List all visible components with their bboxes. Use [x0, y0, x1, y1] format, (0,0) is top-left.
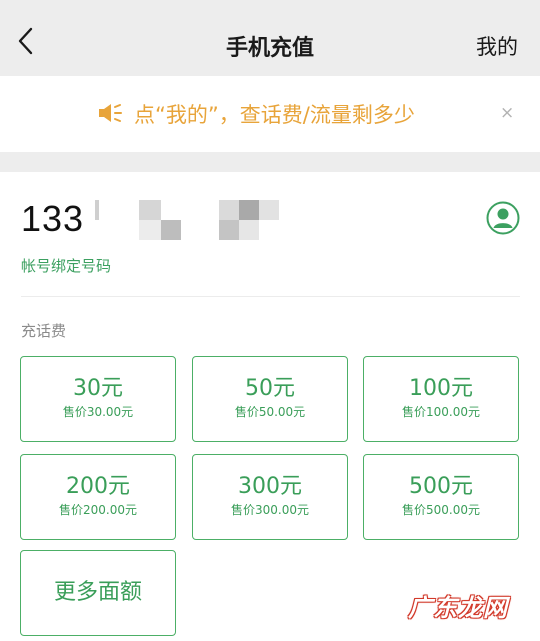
amount-price: 售价30.00元 [62, 405, 134, 419]
amount-option-300[interactable]: 300元 售价300.00元 [192, 454, 348, 540]
contact-icon[interactable] [486, 201, 520, 235]
bind-label[interactable]: 帐号绑定号码 [21, 255, 111, 276]
amount-price: 售价300.00元 [231, 503, 309, 517]
amount-price: 售价500.00元 [402, 503, 480, 517]
mosaic-block [139, 220, 161, 240]
mosaic-block [161, 220, 181, 240]
divider [21, 296, 520, 297]
notice-text: 点“我的”，查话费/流量剩多少 [134, 103, 415, 127]
mosaic-block [239, 220, 259, 240]
amount-price: 售价200.00元 [59, 503, 137, 517]
amount-option-50[interactable]: 50元 售价50.00元 [192, 356, 348, 442]
amount-value: 300元 [238, 474, 302, 499]
more-amounts-label: 更多面额 [53, 580, 142, 605]
amount-value: 50元 [245, 376, 295, 401]
mosaic-block [259, 200, 279, 220]
amount-option-200[interactable]: 200元 售价200.00元 [20, 454, 176, 540]
speaker-icon [99, 104, 122, 122]
amount-option-500[interactable]: 500元 售价500.00元 [363, 454, 519, 540]
amount-value: 500元 [409, 474, 473, 499]
close-icon[interactable]: × [500, 103, 514, 123]
amount-option-30[interactable]: 30元 售价30.00元 [20, 356, 176, 442]
amount-price: 售价50.00元 [234, 405, 306, 419]
mosaic-block [219, 220, 239, 240]
mosaic-block [95, 200, 99, 220]
mosaic-block [219, 200, 239, 220]
watermark-logo: 广东龙网 [408, 594, 508, 622]
section-label: 充话费 [21, 322, 67, 340]
amount-option-100[interactable]: 100元 售价100.00元 [363, 356, 519, 442]
amount-value: 200元 [66, 474, 130, 499]
mosaic-block [239, 200, 259, 220]
mosaic-block [139, 200, 161, 220]
page-title: 手机充值 [225, 36, 314, 61]
amount-value: 100元 [409, 376, 473, 401]
phone-number: 133 [21, 198, 85, 239]
amount-price: 售价100.00元 [402, 405, 480, 419]
my-account-link[interactable]: 我的 [476, 31, 518, 61]
amount-value: 30元 [73, 376, 123, 401]
more-amounts-button[interactable]: 更多面额 [20, 550, 176, 636]
